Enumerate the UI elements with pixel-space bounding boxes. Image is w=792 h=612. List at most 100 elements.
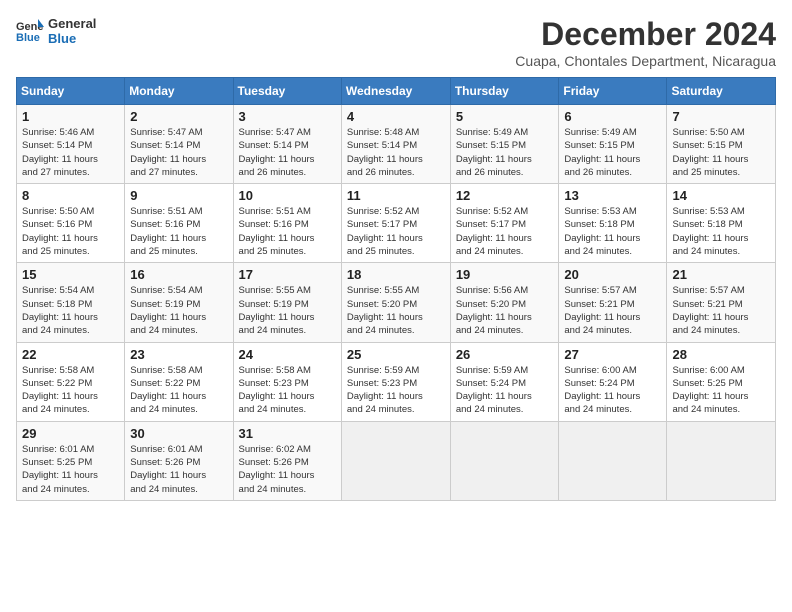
day-number: 14 xyxy=(672,188,770,203)
day-number: 5 xyxy=(456,109,554,124)
day-number: 28 xyxy=(672,347,770,362)
day-number: 15 xyxy=(22,267,119,282)
calendar-header-friday: Friday xyxy=(559,78,667,105)
calendar-cell: 7 Sunrise: 5:50 AMSunset: 5:15 PMDaylight… xyxy=(667,105,776,184)
day-number: 30 xyxy=(130,426,227,441)
day-number: 9 xyxy=(130,188,227,203)
day-number: 12 xyxy=(456,188,554,203)
svg-text:Blue: Blue xyxy=(16,32,40,43)
calendar-cell xyxy=(559,421,667,500)
calendar-cell xyxy=(450,421,559,500)
day-info: Sunrise: 5:54 AMSunset: 5:18 PMDaylight:… xyxy=(22,284,119,337)
calendar-cell: 29Sunrise: 6:01 AMSunset: 5:25 PMDayligh… xyxy=(17,421,125,500)
day-info: Sunrise: 6:00 AMSunset: 5:25 PMDaylight:… xyxy=(672,364,770,417)
day-info: Sunrise: 5:47 AMSunset: 5:14 PMDaylight:… xyxy=(130,126,227,179)
day-info: Sunrise: 5:58 AMSunset: 5:22 PMDaylight:… xyxy=(130,364,227,417)
calendar-cell: 18 Sunrise: 5:55 AMSunset: 5:20 PMDayligh… xyxy=(341,263,450,342)
calendar-cell: 30 Sunrise: 6:01 AMSunset: 5:26 PMDayligh… xyxy=(125,421,233,500)
calendar-cell: 19 Sunrise: 5:56 AMSunset: 5:20 PMDayligh… xyxy=(450,263,559,342)
day-number: 24 xyxy=(239,347,336,362)
day-number: 18 xyxy=(347,267,445,282)
calendar-cell: 1 Sunrise: 5:46 AMSunset: 5:14 PMDaylight… xyxy=(17,105,125,184)
logo: General Blue General Blue xyxy=(16,16,96,46)
day-info: Sunrise: 5:55 AMSunset: 5:19 PMDaylight:… xyxy=(239,284,336,337)
day-info: Sunrise: 6:01 AMSunset: 5:26 PMDaylight:… xyxy=(130,443,227,496)
location-title: Cuapa, Chontales Department, Nicaragua xyxy=(515,53,776,69)
calendar-cell: 26 Sunrise: 5:59 AMSunset: 5:24 PMDayligh… xyxy=(450,342,559,421)
logo-line1: General xyxy=(48,16,96,31)
calendar-cell: 4 Sunrise: 5:48 AMSunset: 5:14 PMDaylight… xyxy=(341,105,450,184)
calendar-table: SundayMondayTuesdayWednesdayThursdayFrid… xyxy=(16,77,776,501)
day-number: 10 xyxy=(239,188,336,203)
calendar-cell: 15 Sunrise: 5:54 AMSunset: 5:18 PMDayligh… xyxy=(17,263,125,342)
day-number: 21 xyxy=(672,267,770,282)
day-number: 3 xyxy=(239,109,336,124)
day-info: Sunrise: 5:59 AMSunset: 5:24 PMDaylight:… xyxy=(456,364,554,417)
day-info: Sunrise: 6:00 AMSunset: 5:24 PMDaylight:… xyxy=(564,364,661,417)
calendar-header-saturday: Saturday xyxy=(667,78,776,105)
day-info: Sunrise: 6:02 AMSunset: 5:26 PMDaylight:… xyxy=(239,443,336,496)
day-number: 7 xyxy=(672,109,770,124)
day-number: 27 xyxy=(564,347,661,362)
title-area: December 2024 Cuapa, Chontales Departmen… xyxy=(515,16,776,69)
calendar-week-row: 1 Sunrise: 5:46 AMSunset: 5:14 PMDaylight… xyxy=(17,105,776,184)
day-info: Sunrise: 5:54 AMSunset: 5:19 PMDaylight:… xyxy=(130,284,227,337)
month-title: December 2024 xyxy=(515,16,776,53)
day-number: 13 xyxy=(564,188,661,203)
day-info: Sunrise: 5:55 AMSunset: 5:20 PMDaylight:… xyxy=(347,284,445,337)
day-number: 4 xyxy=(347,109,445,124)
calendar-week-row: 22Sunrise: 5:58 AMSunset: 5:22 PMDayligh… xyxy=(17,342,776,421)
calendar-cell: 3 Sunrise: 5:47 AMSunset: 5:14 PMDaylight… xyxy=(233,105,341,184)
day-number: 6 xyxy=(564,109,661,124)
calendar-cell xyxy=(667,421,776,500)
calendar-week-row: 29Sunrise: 6:01 AMSunset: 5:25 PMDayligh… xyxy=(17,421,776,500)
calendar-cell: 12 Sunrise: 5:52 AMSunset: 5:17 PMDayligh… xyxy=(450,184,559,263)
calendar-cell: 9 Sunrise: 5:51 AMSunset: 5:16 PMDaylight… xyxy=(125,184,233,263)
day-info: Sunrise: 5:51 AMSunset: 5:16 PMDaylight:… xyxy=(130,205,227,258)
day-info: Sunrise: 5:57 AMSunset: 5:21 PMDaylight:… xyxy=(672,284,770,337)
day-number: 26 xyxy=(456,347,554,362)
day-number: 20 xyxy=(564,267,661,282)
day-number: 17 xyxy=(239,267,336,282)
calendar-cell: 21 Sunrise: 5:57 AMSunset: 5:21 PMDayligh… xyxy=(667,263,776,342)
calendar-cell: 6 Sunrise: 5:49 AMSunset: 5:15 PMDaylight… xyxy=(559,105,667,184)
day-info: Sunrise: 5:56 AMSunset: 5:20 PMDaylight:… xyxy=(456,284,554,337)
day-info: Sunrise: 5:46 AMSunset: 5:14 PMDaylight:… xyxy=(22,126,119,179)
day-number: 23 xyxy=(130,347,227,362)
day-info: Sunrise: 5:50 AMSunset: 5:15 PMDaylight:… xyxy=(672,126,770,179)
day-info: Sunrise: 5:52 AMSunset: 5:17 PMDaylight:… xyxy=(347,205,445,258)
day-info: Sunrise: 6:01 AMSunset: 5:25 PMDaylight:… xyxy=(22,443,119,496)
day-number: 25 xyxy=(347,347,445,362)
calendar-cell: 31 Sunrise: 6:02 AMSunset: 5:26 PMDayligh… xyxy=(233,421,341,500)
calendar-week-row: 15 Sunrise: 5:54 AMSunset: 5:18 PMDayligh… xyxy=(17,263,776,342)
calendar-header-row: SundayMondayTuesdayWednesdayThursdayFrid… xyxy=(17,78,776,105)
day-info: Sunrise: 5:53 AMSunset: 5:18 PMDaylight:… xyxy=(564,205,661,258)
logo-icon: General Blue xyxy=(16,19,44,43)
day-info: Sunrise: 5:50 AMSunset: 5:16 PMDaylight:… xyxy=(22,205,119,258)
day-info: Sunrise: 5:49 AMSunset: 5:15 PMDaylight:… xyxy=(564,126,661,179)
day-number: 1 xyxy=(22,109,119,124)
calendar-header-monday: Monday xyxy=(125,78,233,105)
day-info: Sunrise: 5:52 AMSunset: 5:17 PMDaylight:… xyxy=(456,205,554,258)
day-info: Sunrise: 5:51 AMSunset: 5:16 PMDaylight:… xyxy=(239,205,336,258)
page-header: General Blue General Blue December 2024 … xyxy=(16,16,776,69)
day-number: 16 xyxy=(130,267,227,282)
calendar-header-wednesday: Wednesday xyxy=(341,78,450,105)
day-info: Sunrise: 5:47 AMSunset: 5:14 PMDaylight:… xyxy=(239,126,336,179)
calendar-cell: 11Sunrise: 5:52 AMSunset: 5:17 PMDayligh… xyxy=(341,184,450,263)
calendar-week-row: 8Sunrise: 5:50 AMSunset: 5:16 PMDaylight… xyxy=(17,184,776,263)
day-info: Sunrise: 5:58 AMSunset: 5:22 PMDaylight:… xyxy=(22,364,119,417)
calendar-cell: 22Sunrise: 5:58 AMSunset: 5:22 PMDayligh… xyxy=(17,342,125,421)
calendar-header-sunday: Sunday xyxy=(17,78,125,105)
day-number: 19 xyxy=(456,267,554,282)
day-info: Sunrise: 5:58 AMSunset: 5:23 PMDaylight:… xyxy=(239,364,336,417)
day-number: 31 xyxy=(239,426,336,441)
calendar-cell: 23 Sunrise: 5:58 AMSunset: 5:22 PMDayligh… xyxy=(125,342,233,421)
day-info: Sunrise: 5:59 AMSunset: 5:23 PMDaylight:… xyxy=(347,364,445,417)
calendar-cell: 5Sunrise: 5:49 AMSunset: 5:15 PMDaylight… xyxy=(450,105,559,184)
calendar-cell: 27 Sunrise: 6:00 AMSunset: 5:24 PMDayligh… xyxy=(559,342,667,421)
day-info: Sunrise: 5:48 AMSunset: 5:14 PMDaylight:… xyxy=(347,126,445,179)
calendar-cell: 25 Sunrise: 5:59 AMSunset: 5:23 PMDayligh… xyxy=(341,342,450,421)
day-number: 2 xyxy=(130,109,227,124)
calendar-cell: 16 Sunrise: 5:54 AMSunset: 5:19 PMDayligh… xyxy=(125,263,233,342)
